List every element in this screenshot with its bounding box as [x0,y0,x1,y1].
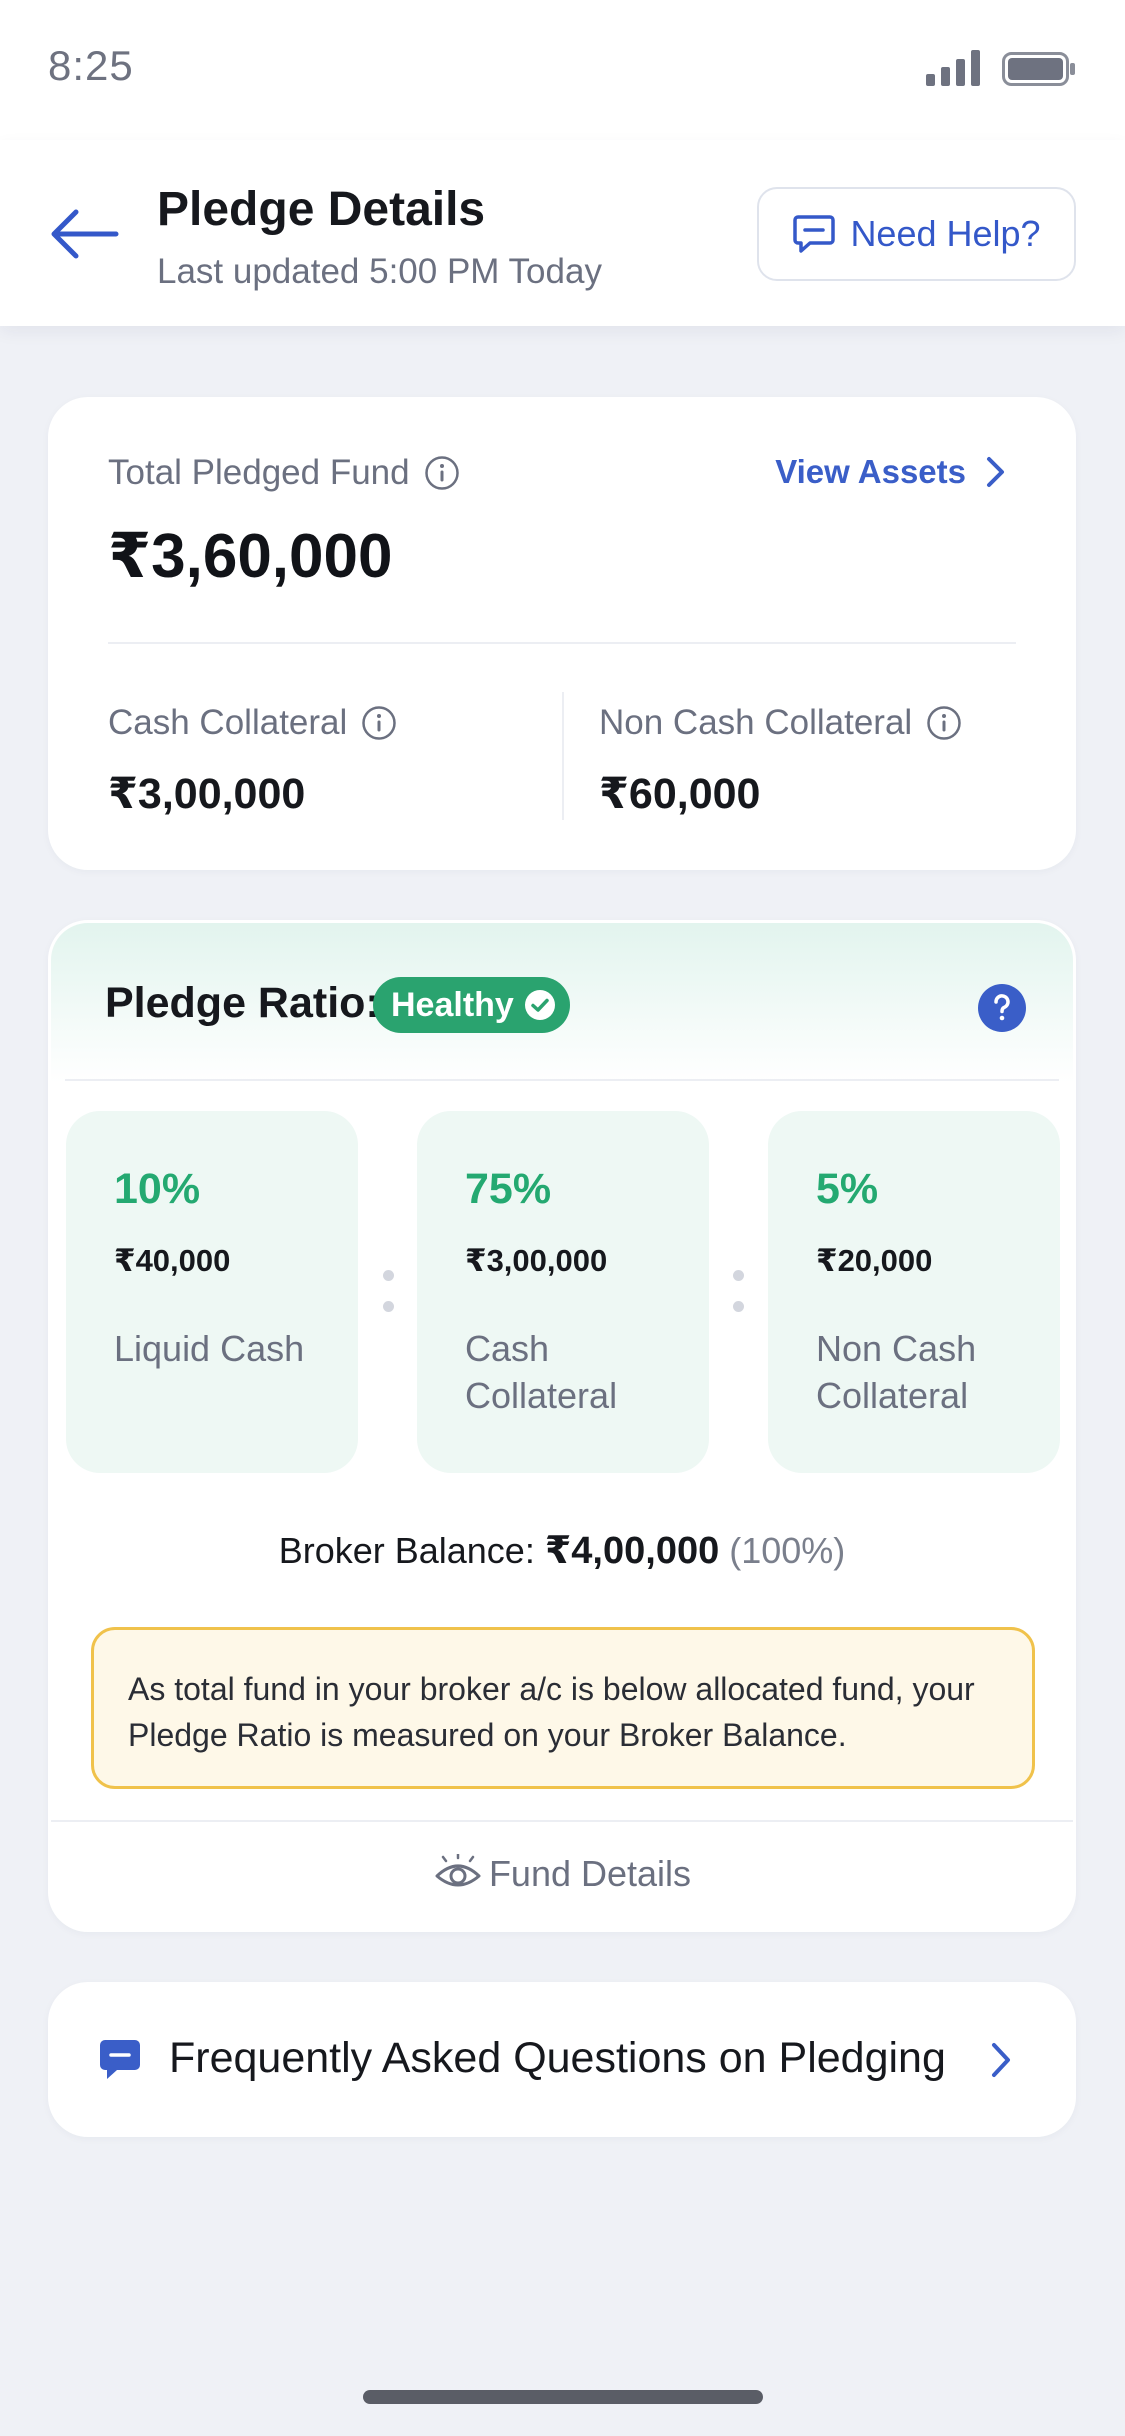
vertical-divider [562,692,564,820]
broker-balance-percent: (100%) [729,1530,846,1571]
view-assets-label: View Assets [775,453,966,490]
ratio-name: Non Cash Collateral [816,1328,977,1416]
last-updated-text: Last updated 5:00 PM Today [157,252,602,291]
ratio-separator [733,1270,745,1332]
need-help-button[interactable]: Need Help? [757,187,1076,281]
cash-collateral-box: 75% ₹3,00,000 Cash Collateral [417,1111,709,1473]
warning-notice: As total fund in your broker a/c is belo… [91,1627,1035,1789]
faq-link[interactable]: Frequently Asked Questions on Pledging [48,1982,1076,2137]
faq-chat-icon [100,2040,140,2079]
pledge-ratio-title: Pledge Ratio: [105,979,380,1027]
status-badge-label: Healthy [391,985,514,1024]
cash-collateral-amount: ₹3,00,000 [108,770,306,818]
fund-details-button[interactable]: Fund Details [51,1853,1073,1895]
signal-icon [926,50,980,86]
fund-details-label: Fund Details [488,1853,692,1894]
chevron-right-icon [987,457,1004,487]
info-icon[interactable] [361,705,397,741]
status-bar: 8:25 [0,0,1125,140]
divider [51,1820,1073,1822]
chevron-right-icon [992,2043,1010,2077]
info-icon[interactable] [926,705,962,741]
faq-label: Frequently Asked Questions on Pledging [169,2034,946,2082]
page-title: Pledge Details [157,183,486,236]
ratio-name: Liquid Cash [114,1328,305,1369]
total-pledged-label: Total Pledged Fund [108,453,410,492]
ratio-name: Cash Collateral [465,1328,618,1416]
back-arrow-icon[interactable] [46,204,122,264]
ratio-amount: ₹3,00,000 [465,1243,608,1278]
ratio-percent: 10% [114,1165,201,1213]
eye-icon [435,1854,481,1887]
chat-icon [793,215,836,253]
broker-balance-row: Broker Balance: ₹4,00,000 (100%) [51,1528,1073,1573]
total-pledged-amount: ₹3,60,000 [108,522,393,591]
noncash-collateral-amount: ₹60,000 [599,770,761,818]
cash-collateral-label-row: Cash Collateral [108,703,397,743]
cash-collateral-label: Cash Collateral [108,703,348,742]
broker-balance-amount: ₹4,00,000 [544,1530,720,1572]
question-circle-icon[interactable] [977,983,1027,1033]
noncash-collateral-label-row: Non Cash Collateral [599,703,962,743]
check-circle-icon [524,990,555,1020]
pledge-ratio-card: Pledge Ratio: Healthy 10% ₹40,000 Liquid… [48,920,1076,1932]
divider [65,1079,1059,1081]
app-header: Pledge Details Last updated 5:00 PM Toda… [0,140,1125,326]
ratio-percent: 75% [465,1165,552,1213]
divider [108,642,1016,644]
info-icon[interactable] [424,455,460,491]
need-help-label: Need Help? [850,213,1041,254]
total-pledged-label-row: Total Pledged Fund [108,453,460,493]
ratio-amount: ₹20,000 [816,1243,933,1278]
noncash-collateral-box: 5% ₹20,000 Non Cash Collateral [768,1111,1060,1473]
total-pledged-card: Total Pledged Fund View Assets ₹3,60,000… [48,397,1076,870]
home-indicator[interactable] [363,2390,763,2404]
broker-balance-label: Broker Balance: [278,1530,535,1571]
ratio-amount: ₹40,000 [114,1243,231,1278]
status-time: 8:25 [48,42,134,89]
ratio-percent: 5% [816,1165,879,1213]
liquid-cash-box: 10% ₹40,000 Liquid Cash [66,1111,358,1473]
status-badge: Healthy [373,977,570,1033]
battery-icon [1002,52,1075,86]
noncash-collateral-label: Non Cash Collateral [599,703,913,742]
ratio-separator [383,1270,395,1332]
view-assets-link[interactable]: View Assets [775,453,1008,491]
